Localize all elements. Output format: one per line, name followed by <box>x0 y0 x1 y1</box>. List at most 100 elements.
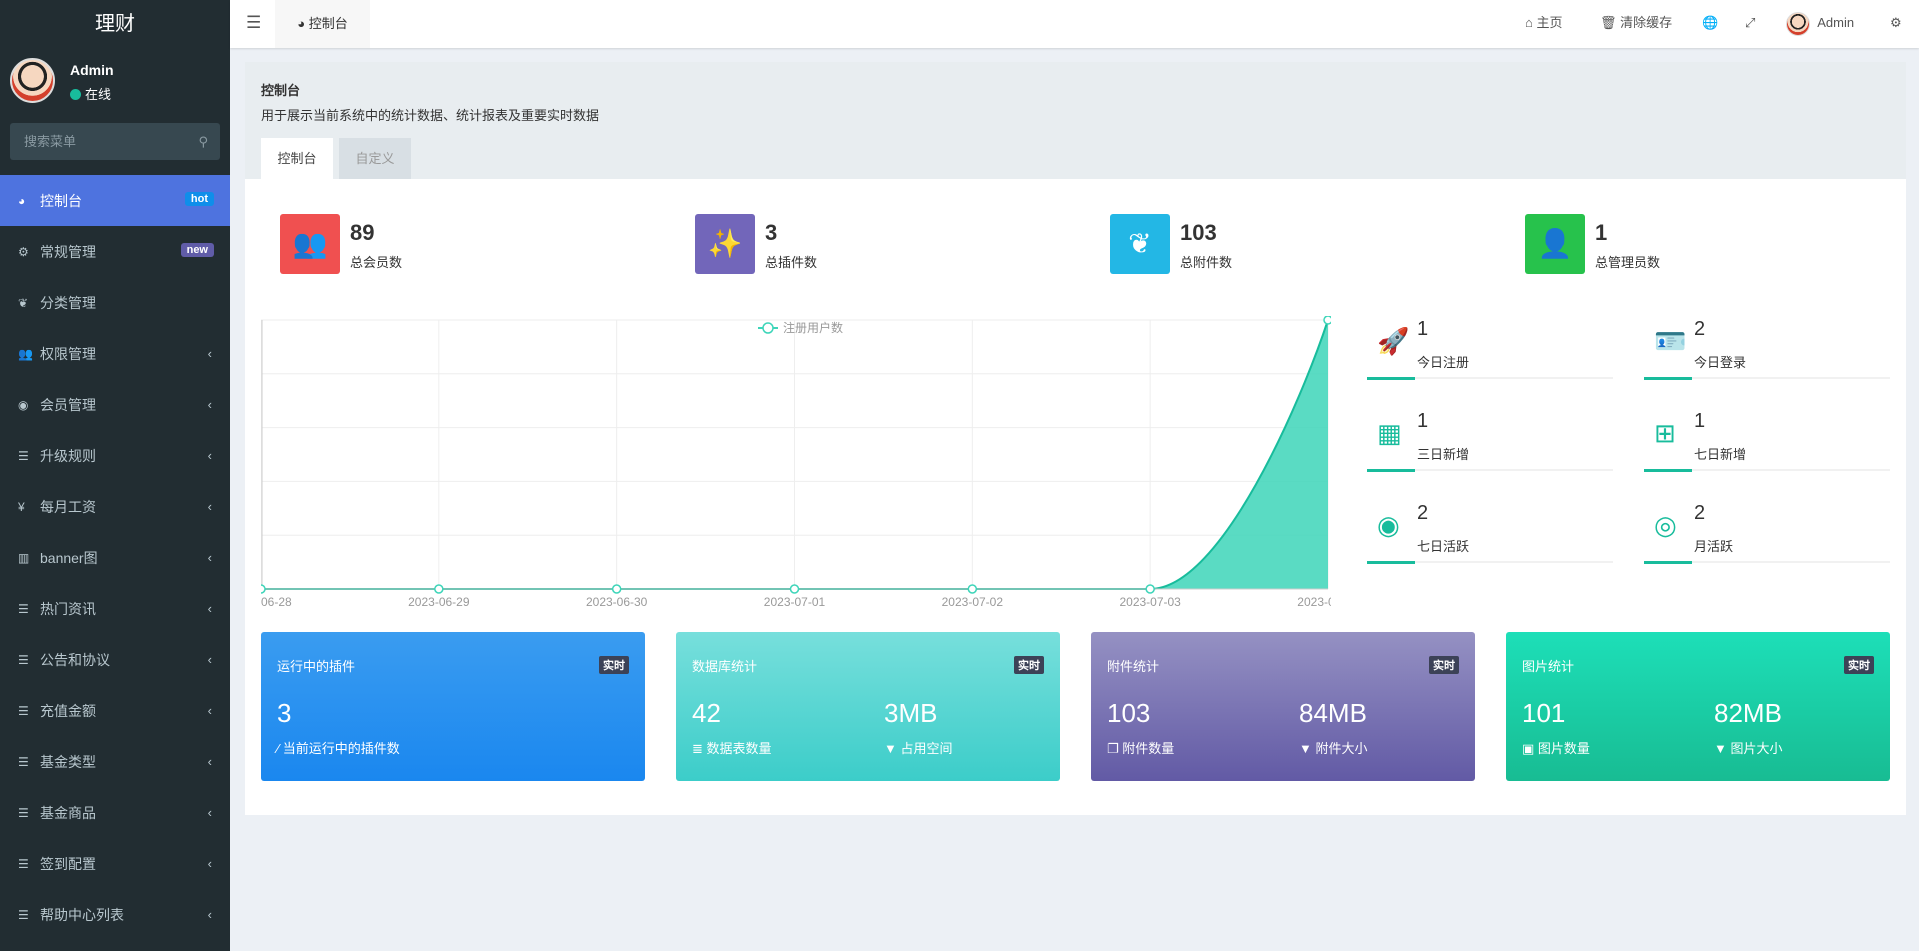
chevron-left-icon: ‹ <box>207 397 212 412</box>
group-icon: 👥 <box>18 346 33 361</box>
sidebar-item[interactable]: ☰ 帮助中心列表 ‹ <box>0 889 230 940</box>
cogs-icon: ⚙ <box>18 244 29 259</box>
menu-toggle-icon[interactable]: ☰ <box>246 13 261 33</box>
stat-label: 总会员数 <box>350 255 403 270</box>
sidebar-item[interactable]: ¥ 每月工资 ‹ <box>0 481 230 532</box>
magic-wand-icon: ✨ <box>695 214 755 274</box>
sidebar-item-label: 常规管理 <box>40 243 96 260</box>
sidebar-item-label: 每月工资 <box>40 498 96 515</box>
tab-console[interactable]: 控制台 <box>261 138 333 179</box>
realtime-stat: ◎ 2 月活跃 <box>1644 500 1890 590</box>
yen-icon: ¥ <box>18 499 25 514</box>
chevron-left-icon: ‹ <box>207 805 212 820</box>
x-tick-label: 2023-07-02 <box>942 595 1004 609</box>
translate-icon[interactable]: 🌐 <box>1702 0 1718 48</box>
stat-value: 89 <box>350 220 375 245</box>
panel-title: 控制台 <box>261 83 301 98</box>
card-value: 103 <box>1107 698 1151 728</box>
card-title: 图片统计 <box>1522 659 1575 674</box>
fullscreen-icon[interactable]: ⤢ <box>1745 0 1755 48</box>
stat-value: 1 <box>1417 318 1429 340</box>
panel-heading: 控制台 用于展示当前系统中的统计数据、统计报表及重要实时数据 控制台 自定义 <box>245 62 1906 179</box>
card-title: 数据库统计 <box>692 659 758 674</box>
card-value: 101 <box>1522 698 1566 728</box>
tab-custom[interactable]: 自定义 <box>339 138 411 179</box>
leaf-icon: ❦ <box>1110 214 1170 274</box>
stat-value: 1 <box>1694 410 1706 432</box>
sidebar-item[interactable]: ⚙ 常规管理 new <box>0 226 230 277</box>
progress-line <box>1367 377 1613 380</box>
home-link[interactable]: ⌂ 主页 <box>1525 0 1563 48</box>
stat-box: ❦ 103 总附件数 <box>1110 214 1410 274</box>
data-point <box>611 584 622 594</box>
sidebar-item[interactable]: ▥ banner图 ‹ <box>0 532 230 583</box>
data-point <box>434 584 444 594</box>
stat-value: 1 <box>1417 410 1429 432</box>
list-icon: ☰ <box>18 601 29 616</box>
stat-label: 七日活跃 <box>1417 539 1470 554</box>
sidebar-item[interactable]: ❦ 分类管理 <box>0 277 230 328</box>
trash-icon: 🗑 <box>1600 15 1617 30</box>
sidebar-item[interactable]: ☰ 充值金额 ‹ <box>0 685 230 736</box>
chevron-left-icon: ‹ <box>207 754 212 769</box>
chevron-left-icon: ‹ <box>207 652 212 667</box>
sidebar-item[interactable]: ☰ 热门资讯 ‹ <box>0 583 230 634</box>
menu-badge: hot <box>184 192 214 206</box>
card-value: 3MB <box>884 698 938 728</box>
list-icon: ☰ <box>18 907 29 922</box>
stat-box: 👥 89 总会员数 <box>280 214 580 274</box>
list-icon: ☰ <box>18 448 29 463</box>
clear-cache-link[interactable]: 🗑 清除缓存 <box>1600 0 1672 48</box>
tab-dashboard[interactable]: ◕ 控制台 <box>275 0 370 48</box>
x-tick-label: 2023-06-30 <box>586 595 648 609</box>
header-user-name: Admin <box>1817 15 1855 30</box>
register-chart: 2023-06-28 2023-06-29 2023-06-30 2023-07-01… <box>261 316 1331 616</box>
sidebar-menu: ◕ 控制台 hot ⚙ 常规管理 new ❦ 分类管理 👥 权限管理 ‹ ◉ 会员管理 ‹ ☰ 升级规则 ‹ ¥ 每… <box>0 175 230 940</box>
tab-label: 控制台 <box>308 16 348 31</box>
search-placeholder: 搜索菜单 <box>24 134 77 149</box>
sidebar-item[interactable]: ☰ 基金类型 ‹ <box>0 736 230 787</box>
realtime-badge: 实时 <box>599 656 629 674</box>
legend-label: 注册用户数 <box>783 320 843 335</box>
realtime-badge: 实时 <box>1429 656 1459 674</box>
summary-card: 运行中的插件 实时 3 ⁄ 当前运行中的插件数 <box>261 632 645 781</box>
sidebar-item[interactable]: ☰ 公告和协议 ‹ <box>0 634 230 685</box>
card-label: 数据表数量 <box>706 741 772 756</box>
filter-icon: ▼ <box>884 741 897 756</box>
sidebar-item[interactable]: ☰ 升级规则 ‹ <box>0 430 230 481</box>
user-status: 在线 <box>70 84 111 103</box>
realtime-stat: ⊞ 1 七日新增 <box>1644 408 1890 498</box>
sidebar-item[interactable]: ☰ 签到配置 ‹ <box>0 838 230 889</box>
sidebar-item[interactable]: ☰ 基金商品 ‹ <box>0 787 230 838</box>
chevron-left-icon: ‹ <box>207 856 212 871</box>
sidebar-item-label: 控制台 <box>40 192 82 209</box>
chevron-left-icon: ‹ <box>207 448 212 463</box>
logo[interactable]: 理财 <box>0 0 230 48</box>
progress-line <box>1367 561 1613 564</box>
realtime-stat: 🚀 1 今日注册 <box>1367 316 1613 406</box>
user-name: Admin <box>70 62 114 78</box>
settings-gear-icon[interactable]: ⚙ <box>1890 0 1902 48</box>
list-icon: ☰ <box>18 652 29 667</box>
x-tick-label: 2023-07-04 <box>1297 595 1331 609</box>
menu-search-input[interactable]: 搜索菜单 ⚲ <box>10 123 220 160</box>
home-label: 主页 <box>1536 15 1563 30</box>
chevron-left-icon: ‹ <box>207 907 212 922</box>
stat-value: 3 <box>765 220 778 245</box>
user-panel: Admin 在线 <box>10 58 220 108</box>
sidebar-item[interactable]: ◕ 控制台 hot <box>0 175 230 226</box>
top-header: ☰ ◕ 控制台 ⌂ 主页 🗑 清除缓存 🌐 ⤢ Admin ⚙ <box>230 0 1919 48</box>
list-icon: ☰ <box>18 703 29 718</box>
realtime-stat: 🪪 2 今日登录 <box>1644 316 1890 406</box>
sidebar-item[interactable]: ◉ 会员管理 ‹ <box>0 379 230 430</box>
user-menu[interactable]: Admin <box>1786 0 1854 48</box>
search-icon[interactable]: ⚲ <box>198 123 208 160</box>
stat-box: ✨ 3 总插件数 <box>695 214 995 274</box>
avatar <box>10 58 55 103</box>
leaf-icon: ❦ <box>18 295 29 310</box>
dashboard-panel: 控制台 用于展示当前系统中的统计数据、统计报表及重要实时数据 控制台 自定义 👥… <box>245 62 1906 815</box>
stat-value: 2 <box>1694 318 1706 340</box>
sidebar-item-label: 基金商品 <box>40 804 96 821</box>
card-title: 附件统计 <box>1107 659 1160 674</box>
sidebar-item[interactable]: 👥 权限管理 ‹ <box>0 328 230 379</box>
